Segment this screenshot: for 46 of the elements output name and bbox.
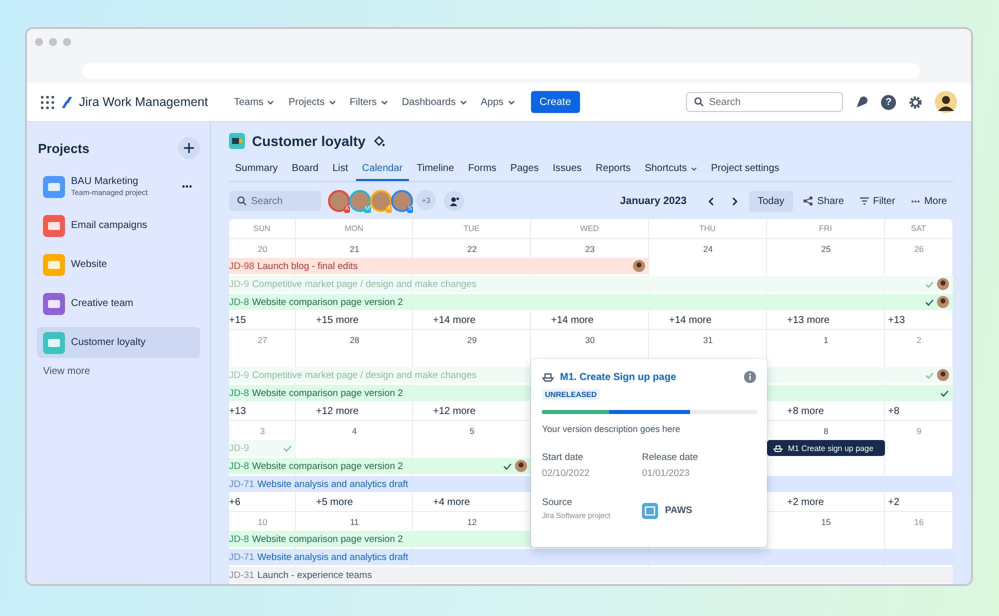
date-number: 28: [350, 335, 360, 345]
field-label: Start date: [542, 452, 584, 463]
date-number: 25: [821, 244, 831, 254]
weekday-label: THU: [699, 224, 716, 233]
weekday-label: SAT: [911, 224, 926, 233]
weekday-label: MON: [344, 224, 364, 233]
date-number: 31: [703, 335, 713, 345]
date-number: 30: [585, 335, 595, 345]
date-number: 20: [258, 244, 268, 254]
date-number: 21: [350, 244, 360, 254]
date-number: 9: [916, 426, 922, 436]
weekday-label: SUN: [254, 224, 270, 233]
field-label: Release date: [642, 452, 699, 463]
month-label: January 2023: [620, 195, 687, 207]
date-number: 11: [350, 517, 359, 527]
date-number: 27: [258, 335, 268, 345]
source-project-name: PAWS: [665, 505, 692, 516]
field-value: 01/01/2023: [642, 468, 691, 479]
date-number: 5: [470, 426, 474, 436]
project-title: Customer loyalty: [252, 133, 366, 149]
date-number: 26: [914, 244, 924, 254]
project-name: Email campaigns: [71, 220, 148, 231]
field-label: Source: [542, 497, 574, 508]
date-number: 4: [352, 426, 357, 436]
project-name: BAU Marketing: [71, 176, 140, 187]
project-name: Customer loyalty: [71, 337, 146, 348]
date-number: 2: [916, 335, 922, 345]
date-number: 3: [260, 426, 265, 436]
date-number: 29: [467, 335, 477, 345]
field-value: 02/10/2022: [542, 468, 591, 479]
weekday-label: TUE: [464, 224, 480, 233]
date-number: 15: [821, 517, 831, 527]
date-number: 1: [824, 335, 828, 345]
date-number: 22: [467, 244, 477, 254]
weekday-label: FRI: [819, 224, 832, 233]
project-name: Website: [71, 259, 108, 270]
date-number: 8: [824, 426, 828, 436]
project-name: Creative team: [71, 298, 134, 309]
date-number: 10: [258, 517, 268, 527]
date-number: 12: [467, 517, 477, 527]
date-number: 16: [914, 517, 924, 527]
weekday-label: WED: [580, 224, 599, 233]
date-number: 24: [703, 244, 713, 254]
date-number: 23: [585, 244, 595, 254]
sidebar-title: Projects: [38, 140, 90, 156]
release-description: Your version description goes here: [542, 424, 682, 434]
